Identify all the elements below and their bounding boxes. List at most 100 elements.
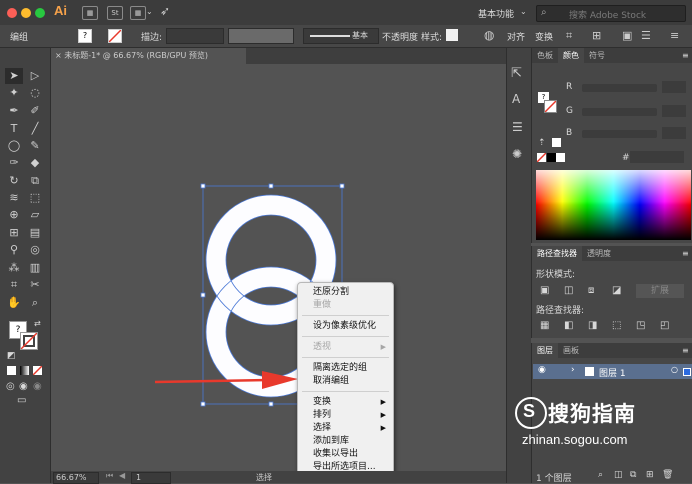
color-mode-icon[interactable] [7,366,16,375]
recolor-icon[interactable]: ◍ [484,28,494,42]
minimize-window-button[interactable] [21,8,31,18]
brush-definition-select[interactable]: 基本 [303,28,379,44]
menu-item-add-to-library[interactable]: 添加到库 [298,435,393,447]
graphic-style-swatch[interactable] [446,29,458,41]
gradient-mode-icon[interactable] [20,366,29,375]
shaper-tool-icon[interactable]: ✑ [5,155,23,171]
chevron-down-icon[interactable]: ⌄ [146,7,153,16]
layer-selection-indicator[interactable] [683,368,691,376]
hex-input[interactable] [630,151,684,163]
zoom-tool-icon[interactable]: ⌕ [26,295,44,311]
color-spectrum[interactable] [536,170,691,240]
curvature-tool-icon[interactable]: ✐ [26,103,44,119]
artboard-tool-icon[interactable]: ⌗ [5,277,23,293]
out-of-gamut-icon[interactable]: ⇡ [538,138,546,148]
tab-color[interactable]: 颜色 [558,48,584,63]
exclude-icon[interactable]: ◪ [612,285,621,296]
menu-item-ungroup[interactable]: 取消编组 [298,375,393,387]
perspective-grid-tool-icon[interactable]: ▱ [26,207,44,223]
lasso-tool-icon[interactable]: ◌ [26,85,44,101]
gradient-tool-icon[interactable]: ▤ [26,225,44,241]
workspace-switcher[interactable]: 基本功能 [478,7,514,20]
outline-icon[interactable]: ◳ [636,320,645,331]
rotate-tool-icon[interactable]: ↻ [5,173,23,189]
layer-row[interactable]: ◉ › 图层 1 ○ [533,364,692,379]
symbol-sprayer-tool-icon[interactable]: ⁂ [5,260,23,276]
menu-item-transform[interactable]: 变换 ▶ [298,396,393,408]
panel-menu-icon[interactable]: ≡ [682,346,689,355]
shape-builder-tool-icon[interactable]: ⊕ [5,207,23,223]
distribute-icon[interactable]: ⊞ [592,29,601,42]
document-tab[interactable]: × 未标题-1* @ 66.67% (RGB/GPU 预览) [51,48,246,64]
draw-mode-icon[interactable]: ◎ [6,381,15,392]
web-safe-swatch[interactable] [552,138,561,147]
unite-icon[interactable]: ▣ [540,285,549,296]
tab-layers[interactable]: 图层 [532,343,558,358]
paintbrush-tool-icon[interactable]: ✎ [26,138,44,154]
free-transform-tool-icon[interactable]: ⬚ [26,190,44,206]
fill-swatch[interactable]: ? [78,29,92,43]
transform-button[interactable]: 变换 [535,30,553,43]
ellipse-tool-icon[interactable]: ◯ [5,138,23,154]
intersect-icon[interactable]: ⧈ [588,285,594,296]
eraser-tool-icon[interactable]: ◆ [26,155,44,171]
bridge-icon[interactable]: ▦ [82,6,98,20]
stroke-swatch[interactable] [108,29,122,43]
search-icon[interactable]: ⌕ [598,470,603,480]
stroke-weight-field[interactable] [166,28,224,44]
character-panel-icon[interactable]: A [512,92,520,106]
screen-mode-icon[interactable]: ▭ [17,395,26,406]
blend-tool-icon[interactable]: ◎ [26,242,44,258]
document-tab-close-icon[interactable]: × [51,51,62,60]
menu-item-isolate-group[interactable]: 隔离选定的组 [298,362,393,374]
send-icon[interactable]: ➶ [160,4,170,18]
zoom-window-button[interactable] [35,8,45,18]
none-swatch[interactable] [536,152,547,163]
direct-selection-tool-icon[interactable]: ▷ [26,68,44,84]
white-swatch[interactable] [556,153,565,162]
scale-tool-icon[interactable]: ⧉ [26,173,44,189]
divide-icon[interactable]: ▦ [540,320,549,331]
panel-menu-icon[interactable]: ≡ [670,29,679,42]
slice-tool-icon[interactable]: ✂ [26,277,44,293]
expand-button[interactable]: 扩展 [636,284,684,298]
menu-item-collect-for-export[interactable]: 收集以导出 [298,448,393,460]
channel-value-g[interactable] [662,105,686,117]
selection-tool-icon[interactable]: ➤ [5,68,23,84]
tab-symbols[interactable]: 符号 [584,48,610,63]
trim-icon[interactable]: ◧ [564,320,573,331]
tab-transparency[interactable]: 透明度 [582,246,616,261]
panel-menu-icon[interactable]: ≡ [682,51,689,60]
minus-front-icon[interactable]: ◫ [564,285,573,296]
menu-item-select[interactable]: 选择 ▶ [298,422,393,434]
swap-colors-icon[interactable]: ⇄ [34,319,41,328]
width-tool-icon[interactable]: ≋ [5,190,23,206]
arrange-documents-icon[interactable]: ▦ [130,6,146,20]
align-button[interactable]: 对齐 [507,30,525,43]
variable-width-profile[interactable] [228,28,294,44]
tab-artboards[interactable]: 画板 [558,343,584,358]
black-swatch[interactable] [547,153,556,162]
color-stroke-box[interactable] [544,100,557,113]
channel-value-r[interactable] [662,81,686,93]
merge-icon[interactable]: ◨ [588,320,597,331]
isolate-group-icon[interactable]: ▣ [622,29,632,42]
channel-value-b[interactable] [662,127,686,139]
close-window-button[interactable] [7,8,17,18]
default-colors-icon[interactable]: ◩ [7,351,16,361]
opacity-label[interactable]: 不透明度 [382,30,418,43]
zoom-level-field[interactable]: 66.67% [53,472,99,484]
trash-icon[interactable]: 🗑 [662,470,673,480]
layer-expand-chevron-icon[interactable]: › [571,365,575,375]
new-layer-icon[interactable]: ⊞ [646,470,654,480]
visibility-eye-icon[interactable]: ◉ [538,365,546,375]
mesh-tool-icon[interactable]: ⊞ [5,225,23,241]
tab-swatches[interactable]: 色板 [532,48,558,63]
tab-pathfinder[interactable]: 路径查找器 [532,246,582,261]
draw-behind-icon[interactable]: ◉ [19,381,28,392]
stroke-color-box[interactable] [20,332,38,350]
hand-tool-icon[interactable]: ✋ [5,295,23,311]
eyedropper-tool-icon[interactable]: ⚲ [5,242,23,258]
menu-item-arrange[interactable]: 排列 ▶ [298,409,393,421]
workspace-chevron-icon[interactable]: ⌄ [520,7,527,16]
